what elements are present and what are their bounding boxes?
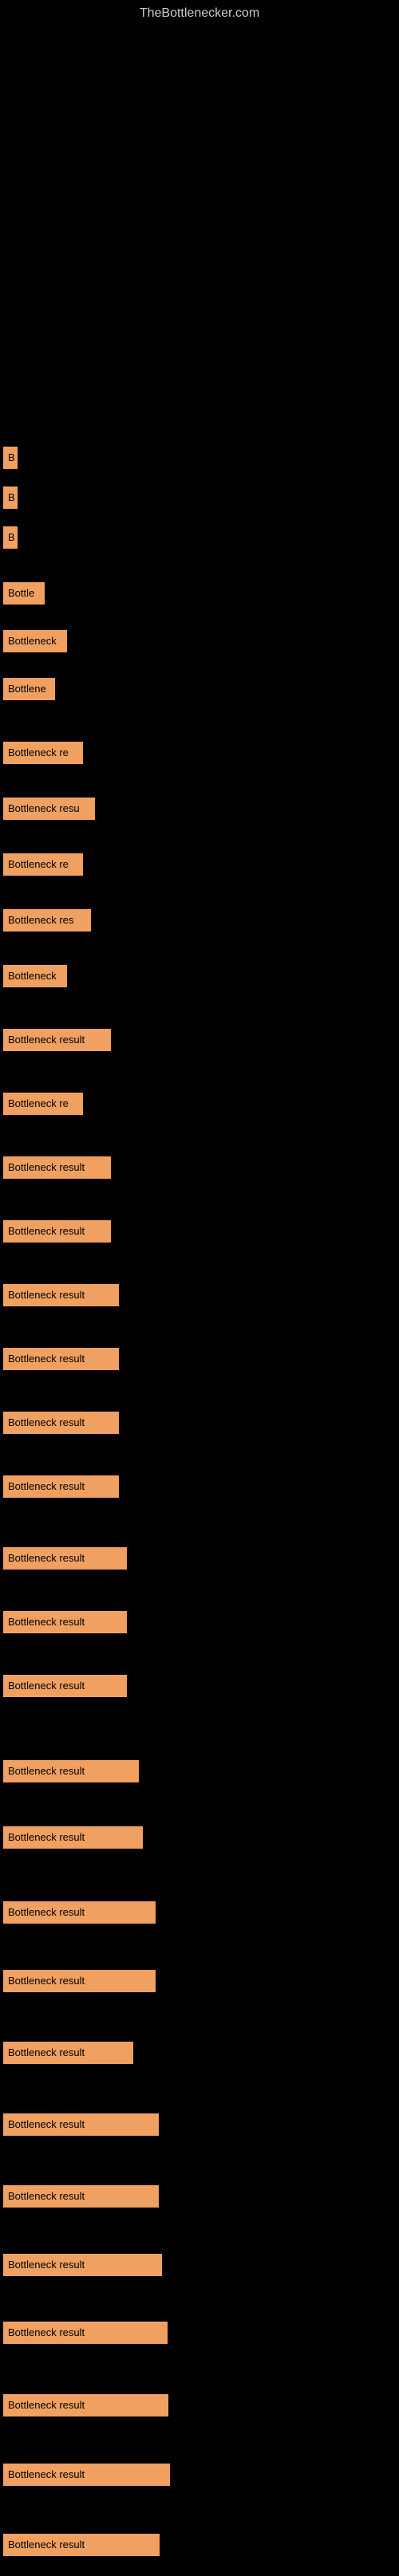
bottleneck-result-item[interactable]: Bottleneck result <box>3 2534 160 2556</box>
bottleneck-result-item[interactable]: Bottleneck result <box>3 1611 127 1633</box>
bottleneck-result-item[interactable]: B <box>3 447 18 469</box>
bottleneck-result-item[interactable]: Bottle <box>3 582 45 605</box>
bottleneck-result-item[interactable]: Bottleneck result <box>3 2254 162 2276</box>
bottleneck-result-item[interactable]: B <box>3 526 18 549</box>
bottleneck-result-item[interactable]: Bottleneck res <box>3 909 91 932</box>
bottleneck-result-item[interactable]: Bottleneck result <box>3 2464 170 2486</box>
bottleneck-result-item[interactable]: Bottleneck result <box>3 1970 156 1992</box>
bottleneck-result-item[interactable]: Bottleneck re <box>3 742 83 764</box>
bottleneck-result-item[interactable]: Bottleneck result <box>3 1348 119 1370</box>
site-title: TheBottlenecker.com <box>0 0 399 24</box>
bottleneck-result-item[interactable]: Bottleneck result <box>3 2394 168 2416</box>
bottleneck-result-item[interactable]: Bottleneck <box>3 630 67 652</box>
bottleneck-result-item[interactable]: Bottleneck resu <box>3 798 95 820</box>
bottleneck-result-item[interactable]: B <box>3 486 18 509</box>
bottleneck-result-item[interactable]: Bottleneck result <box>3 1826 143 1849</box>
bottleneck-result-item[interactable]: Bottleneck result <box>3 1475 119 1498</box>
bottleneck-result-item[interactable]: Bottleneck result <box>3 1220 111 1243</box>
bottleneck-result-item[interactable]: Bottleneck result <box>3 1412 119 1434</box>
bottleneck-result-item[interactable]: Bottleneck re <box>3 1093 83 1115</box>
bottleneck-result-item[interactable]: Bottleneck result <box>3 2113 159 2136</box>
bottleneck-result-item[interactable]: Bottleneck result <box>3 2322 168 2344</box>
bottleneck-result-item[interactable]: Bottleneck result <box>3 1760 139 1782</box>
bottleneck-result-item[interactable]: Bottleneck re <box>3 853 83 876</box>
bottleneck-result-item[interactable]: Bottleneck result <box>3 1675 127 1697</box>
bottleneck-result-item[interactable]: Bottlene <box>3 678 55 700</box>
bottleneck-result-item[interactable]: Bottleneck result <box>3 1901 156 1924</box>
bottleneck-result-item[interactable]: Bottleneck <box>3 965 67 987</box>
bottleneck-result-item[interactable]: Bottleneck result <box>3 1547 127 1570</box>
bottleneck-result-item[interactable]: Bottleneck result <box>3 2185 159 2208</box>
bottleneck-result-item[interactable]: Bottleneck result <box>3 1284 119 1306</box>
bottleneck-result-item[interactable]: Bottleneck result <box>3 1029 111 1051</box>
bottleneck-result-item[interactable]: Bottleneck result <box>3 1156 111 1179</box>
bottleneck-result-item[interactable]: Bottleneck result <box>3 2042 133 2064</box>
